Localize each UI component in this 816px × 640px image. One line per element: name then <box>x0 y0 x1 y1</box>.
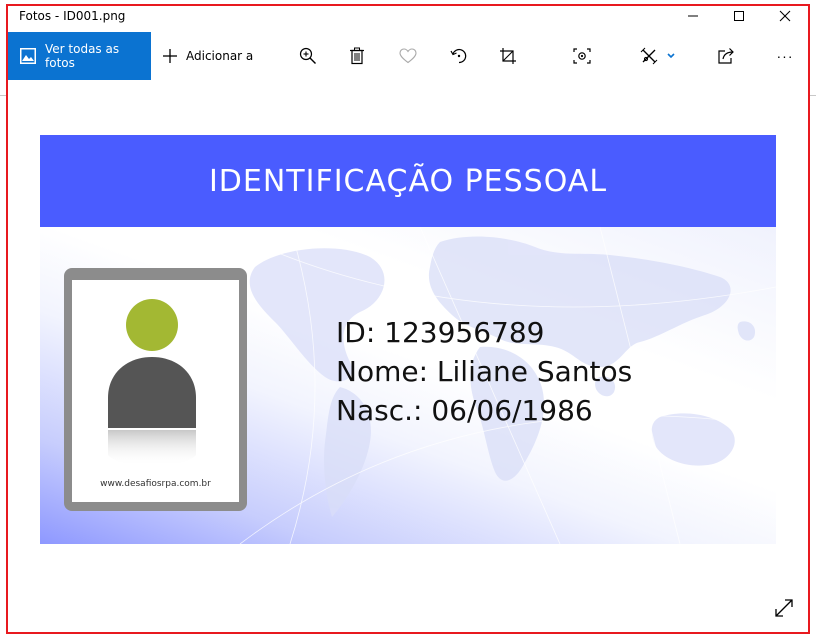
rotate-button[interactable] <box>447 44 471 68</box>
edit-create-button[interactable] <box>638 44 678 68</box>
zoom-in-icon <box>299 47 316 64</box>
full-screen-button[interactable] <box>772 596 796 620</box>
photos-app-window: Fotos - ID001.png Ver todas as fotos Adi… <box>0 0 816 640</box>
maximize-icon <box>734 11 744 21</box>
add-to-label: Adicionar a <box>186 49 254 63</box>
photo-watermark-url: www.desafiosrpa.com.br <box>100 479 211 489</box>
card-info: ID: 123956789 Nome: Liliane Santos Nasc.… <box>336 313 632 430</box>
photo-area: www.desafiosrpa.com.br <box>72 280 239 502</box>
more-icon: ··· <box>776 48 794 64</box>
view-all-label: Ver todas as fotos <box>45 42 120 70</box>
delete-button[interactable] <box>345 44 369 68</box>
title-bar[interactable]: Fotos - ID001.png <box>0 0 816 32</box>
crop-button[interactable] <box>496 44 520 68</box>
expand-icon <box>775 599 793 617</box>
card-title: IDENTIFICAÇÃO PESSOAL <box>208 163 608 199</box>
close-button[interactable] <box>762 0 808 32</box>
favorite-icon <box>399 48 417 64</box>
card-body: www.desafiosrpa.com.br ID: 123956789 Nom… <box>40 227 776 544</box>
minimize-button-visual[interactable] <box>670 0 716 32</box>
more-options-button[interactable]: ··· <box>771 44 799 68</box>
window-edge-mark-right <box>810 95 816 96</box>
card-header: IDENTIFICAÇÃO PESSOAL <box>40 135 776 227</box>
photo-frame: www.desafiosrpa.com.br <box>64 268 247 511</box>
birth-date-line: Nasc.: 06/06/1986 <box>336 394 593 427</box>
edit-create-icon <box>640 47 675 65</box>
close-icon <box>779 10 791 22</box>
name-line: Nome: Liliane Santos <box>336 355 633 388</box>
avatar-placeholder-icon <box>108 299 196 467</box>
enhance-button[interactable] <box>570 44 594 68</box>
crop-icon <box>500 48 516 64</box>
share-button[interactable] <box>714 44 738 68</box>
enhance-icon <box>573 48 591 64</box>
minimize-icon <box>688 15 698 17</box>
id-number-line: ID: 123956789 <box>336 316 545 349</box>
gallery-icon <box>20 48 36 64</box>
share-icon <box>718 48 734 64</box>
window-edge-mark <box>0 95 6 96</box>
id-card-image: IDENTIFICAÇÃO PESSOAL www.desafiosrpa.co… <box>40 135 776 544</box>
window-title: Fotos - ID001.png <box>19 9 126 23</box>
favorite-button[interactable] <box>396 44 420 68</box>
view-all-photos-button[interactable]: Ver todas as fotos <box>8 32 151 80</box>
zoom-in-button[interactable] <box>296 44 320 68</box>
rotate-icon <box>450 48 467 64</box>
maximize-button-visual[interactable] <box>716 0 762 32</box>
delete-icon <box>350 47 364 65</box>
add-to-button[interactable]: Adicionar a <box>162 32 253 80</box>
plus-icon <box>162 48 178 64</box>
toolbar: Ver todas as fotos Adicionar a ··· <box>8 32 808 80</box>
